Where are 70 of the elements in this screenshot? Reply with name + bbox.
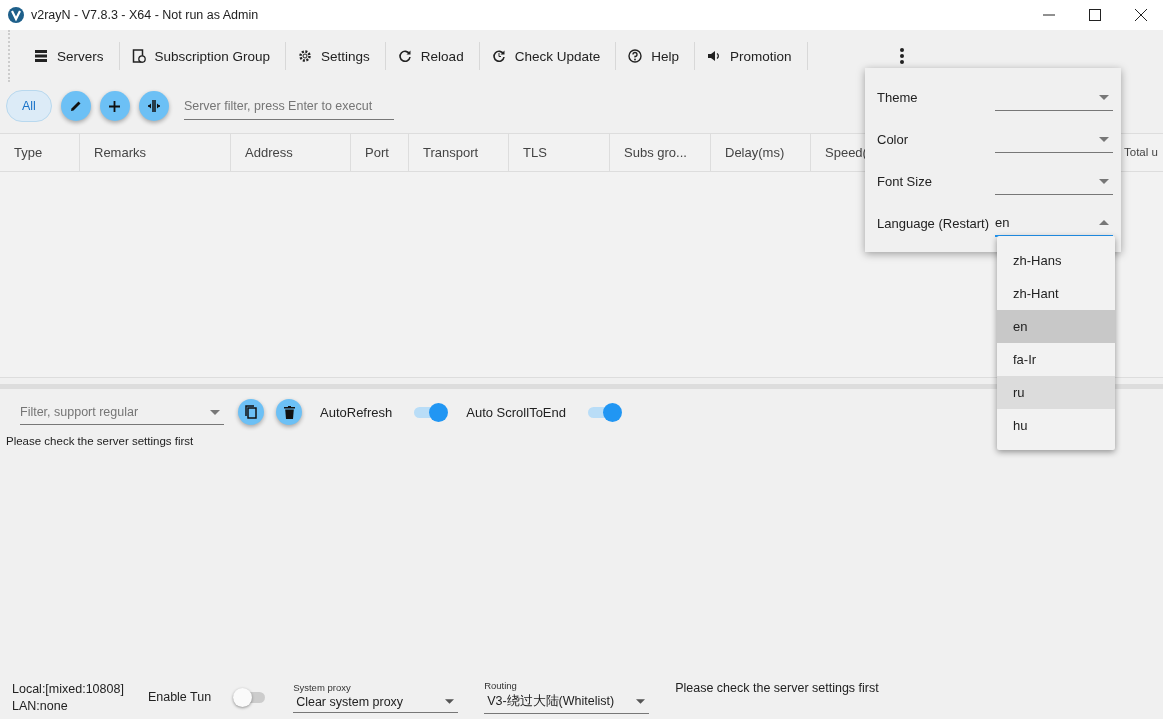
trash-icon (283, 405, 295, 419)
toolbar-button[interactable]: Servers (22, 48, 119, 64)
server-filter-field[interactable]: Server filter, press Enter to execut (183, 92, 394, 120)
pencil-icon (69, 100, 82, 112)
add-button[interactable] (99, 91, 130, 121)
copy-button[interactable] (238, 399, 264, 425)
speaker-icon (706, 49, 721, 63)
split-arrows-icon (146, 99, 161, 113)
reload-icon (397, 49, 412, 63)
column-header[interactable]: Port (351, 134, 409, 171)
window-title: v2rayN - V7.8.3 - X64 - Not run as Admin (31, 8, 259, 22)
status-message: Please check the server settings first (675, 681, 879, 695)
local-port-text: Local:[mixed:10808] (12, 681, 124, 696)
toggle-label: AutoRefresh (320, 404, 393, 420)
lan-text: LAN:none (12, 698, 69, 713)
group-tab[interactable]: All (6, 90, 52, 122)
help-icon (628, 49, 643, 63)
caret-icon (1099, 94, 1109, 100)
copy-icon (245, 405, 257, 419)
toolbar-button[interactable]: Help (616, 48, 694, 64)
tun-label: Enable Tun (147, 690, 212, 704)
proxy-label: System proxy (293, 681, 352, 693)
toolbar-button[interactable]: Promotion (694, 48, 807, 64)
column-header[interactable]: Type (0, 134, 80, 171)
close-icon[interactable] (1135, 9, 1147, 21)
clock-refresh-icon (491, 49, 506, 63)
language-option[interactable]: zh-Hant (997, 277, 1115, 310)
toolbar-button[interactable]: Subscription Group (119, 48, 286, 64)
toggle-label: Auto ScrollToEnd (466, 404, 566, 420)
toggle-switch[interactable] (588, 402, 622, 422)
caret-icon (445, 699, 455, 704)
column-header[interactable]: Delay(ms) (711, 134, 811, 171)
log-message: Please check the server settings first (5, 435, 195, 447)
toggle-switch[interactable] (414, 402, 449, 422)
app-logo-icon (8, 7, 24, 23)
toolbar-button[interactable]: Settings (286, 48, 385, 64)
caret-icon (210, 409, 220, 415)
setting-label: Language (Restart) (877, 215, 990, 231)
routing-label: Routing (484, 680, 518, 691)
caret-icon (1099, 178, 1109, 184)
delete-button[interactable] (276, 399, 302, 425)
routing-dropdown[interactable]: V3-绕过大陆(Whitelist) (484, 691, 650, 714)
move-button[interactable] (138, 91, 169, 121)
toolbar-button[interactable]: Reload (385, 48, 479, 64)
setting-label: Font Size (877, 173, 933, 189)
column-header[interactable]: Address (231, 134, 351, 171)
edit-button[interactable] (60, 91, 91, 121)
language-option[interactable]: fa-Ir (997, 343, 1115, 376)
maximize-icon[interactable] (1089, 9, 1101, 21)
language-option[interactable]: hu (997, 409, 1115, 442)
document-clock-icon (131, 49, 146, 63)
language-option[interactable]: ru (997, 376, 1115, 409)
column-header[interactable]: TLS (509, 134, 610, 171)
plus-icon (109, 100, 121, 112)
log-filter-field[interactable]: Filter, support regular (20, 399, 224, 425)
column-header[interactable]: Transport (409, 134, 509, 171)
servers-icon (34, 49, 48, 63)
caret-icon (1099, 220, 1109, 225)
toolbar-button[interactable]: Check Update (479, 48, 616, 64)
column-header[interactable]: Subs gro... (610, 134, 711, 171)
column-header[interactable]: Remarks (80, 134, 231, 171)
settings-icon (298, 49, 313, 63)
language-option[interactable]: en (997, 310, 1115, 343)
caret-icon (636, 699, 646, 704)
caret-icon (1099, 136, 1109, 142)
language-option[interactable]: zh-Hans (997, 244, 1115, 277)
setting-label: Theme (877, 89, 919, 105)
proxy-dropdown[interactable]: Clear system proxy (293, 692, 459, 713)
more-icon[interactable] (899, 48, 904, 64)
setting-label: Color (877, 131, 910, 147)
